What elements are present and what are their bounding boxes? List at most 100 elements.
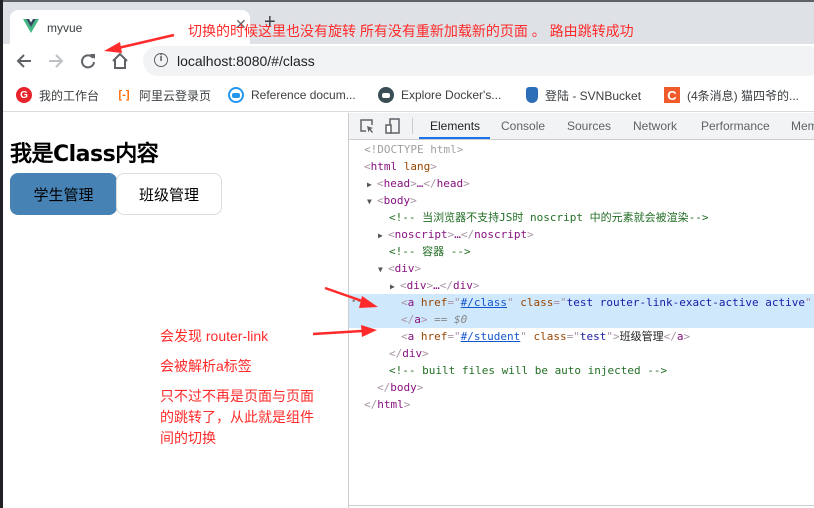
bookmark-label: 我的工作台 [39,88,100,103]
collapse-triangle-icon[interactable]: ▼ [378,261,388,278]
docker-dark-icon [378,87,394,103]
collapse-triangle-icon[interactable]: ▼ [367,193,377,210]
tag-name: html [370,160,398,173]
comment-text: <!-- 当浏览器不支持JS时 noscript 中的元素就会被渲染--> [389,211,709,224]
page-title: 我是Class内容 [10,142,159,167]
dom-node-html-close[interactable]: </html> [349,396,814,413]
student-link[interactable]: 学生管理 [10,173,117,215]
annotation-line-5: 间的切换 [160,430,216,446]
csdn-icon: C [664,87,680,103]
comment-text: <!-- built files will be auto injected -… [389,364,668,377]
bookmark-item[interactable]: 登陆 - SVNBucket [526,86,641,104]
tag-name: noscript [474,228,528,241]
dom-node-comment[interactable]: <!-- 当浏览器不支持JS时 noscript 中的元素就会被渲染--> [349,209,814,226]
tab-memory[interactable]: Mem [791,119,814,133]
dom-node-body-close[interactable]: </body> [349,379,814,396]
dom-node-doctype[interactable]: <!DOCTYPE html> [349,141,814,158]
class-value: test [579,330,607,343]
annotation-line-3: 只不过不再是页面与页面 [160,388,314,404]
bookmark-item[interactable]: G 我的工作台 [16,86,99,104]
tab-title: myvue [47,21,83,35]
annotation-top: 切换的时候这里也没有旋转 所有没有重新加载新的页面 。 路由跳转成功 [188,23,634,39]
tag-name: div [394,262,415,275]
annotation-line-1: 会发现 router-link [160,328,269,344]
home-button[interactable] [108,49,132,73]
arrow-left-icon [16,54,31,68]
bookmark-item[interactable]: C (4条消息) 猫四爷的... [664,86,799,104]
back-button[interactable] [12,49,36,73]
tab-console[interactable]: Console [501,119,545,133]
page-viewport: 我是Class内容 学生管理 班级管理 [3,113,348,508]
bookmark-label: 阿里云登录页 [139,88,212,103]
device-toolbar-icon[interactable] [385,118,401,134]
annotation-line-2: 会被解析a标签 [160,358,252,374]
devtools-toolbar: Elements Console Sources Network Perform… [349,113,814,140]
dom-node-inner-div[interactable]: ▶ <div>…</div> [349,277,814,294]
bucket-icon [526,87,538,103]
bookmark-label: Reference docum... [251,88,356,102]
bookmark-label: 登陆 - SVNBucket [545,88,642,103]
dom-node-a-class-close[interactable]: </a> == $0 [349,311,814,328]
tag-name: body [390,381,417,394]
tab-sources[interactable]: Sources [567,119,611,133]
dom-node-head[interactable]: ▶ <head>…</head> [349,175,814,192]
bookmark-item[interactable]: Explore Docker's... [378,86,501,104]
annotation-line-4: 的跳转了，从此就是组件 [160,409,314,425]
class-value: test router-link-exact-active active [566,296,806,309]
bookmark-item[interactable]: Reference docum... [228,86,356,104]
devtools-panel: Elements Console Sources Network Perform… [348,113,814,508]
dom-node-div[interactable]: ▼ <div> [349,260,814,277]
href-link[interactable]: #/student [461,330,521,343]
dom-node-div-close[interactable]: </div> [349,345,814,362]
dom-node-noscript[interactable]: ▶ <noscript>…</noscript> [349,226,814,243]
reload-button[interactable] [76,49,100,73]
info-icon[interactable]: i [154,53,168,67]
dom-node-comment[interactable]: <!-- built files will be auto injected -… [349,362,814,379]
address-bar[interactable]: i localhost:8080/#/class [143,46,814,76]
dom-node-comment[interactable]: <!-- 容器 --> [349,243,814,260]
tab-elements[interactable]: Elements [430,119,480,133]
browser-toolbar: i localhost:8080/#/class [0,44,814,78]
tag-name: div [406,279,427,292]
screenshot-root: myvue ✕ + i localhost:8080/#/class G 我的工… [0,0,814,508]
bookmark-item[interactable]: [-] 阿里云登录页 [116,86,212,104]
attr-name: lang [403,160,431,173]
active-tab-indicator [419,137,490,139]
tab-network[interactable]: Network [633,119,677,133]
arrow-right-icon [49,54,64,68]
dom-node-body[interactable]: ▼ <body> [349,192,814,209]
tab-performance[interactable]: Performance [701,119,770,133]
more-options-icon[interactable]: ••• [351,294,367,311]
expand-triangle-icon[interactable]: ▶ [367,176,377,193]
reload-icon [81,54,95,69]
forward-button[interactable] [44,49,68,73]
toolbar-divider [412,118,413,134]
docker-icon [228,87,244,103]
expand-triangle-icon[interactable]: ▶ [378,227,388,244]
g-logo-icon: G [16,87,32,103]
doctype-text: <!DOCTYPE html> [364,143,464,156]
vue-logo-icon [23,19,39,33]
ellipsis: … [433,279,440,292]
comment-text: <!-- 容器 --> [389,245,471,258]
dom-node-html[interactable]: <html lang> [349,158,814,175]
inspect-element-icon[interactable] [359,118,375,134]
home-icon [112,52,128,69]
tag-name: div [402,347,423,360]
dom-node-a-class-selected[interactable]: ••• <a href="#/class" class="test router… [349,294,814,311]
expand-triangle-icon[interactable]: ▶ [390,278,400,295]
aliyun-icon: [-] [118,89,130,101]
url-text[interactable]: localhost:8080/#/class [177,53,315,69]
tag-name: noscript [394,228,448,241]
tag-name: head [436,177,464,190]
selected-ref: == $0 [434,313,468,326]
bookmark-label: Explore Docker's... [401,88,502,102]
href-link[interactable]: #/class [461,296,507,309]
bookmarks-bar: G 我的工作台 [-] 阿里云登录页 Reference docum... Ex… [0,78,814,112]
class-link[interactable]: 班级管理 [116,173,222,215]
tag-name: div [453,279,473,292]
tag-name: html [377,398,404,411]
dom-node-a-student[interactable]: <a href="#/student" class="test">班级管理</a… [349,328,814,345]
bookmark-label: (4条消息) 猫四爷的... [687,88,800,103]
ellipsis: … [454,228,461,241]
